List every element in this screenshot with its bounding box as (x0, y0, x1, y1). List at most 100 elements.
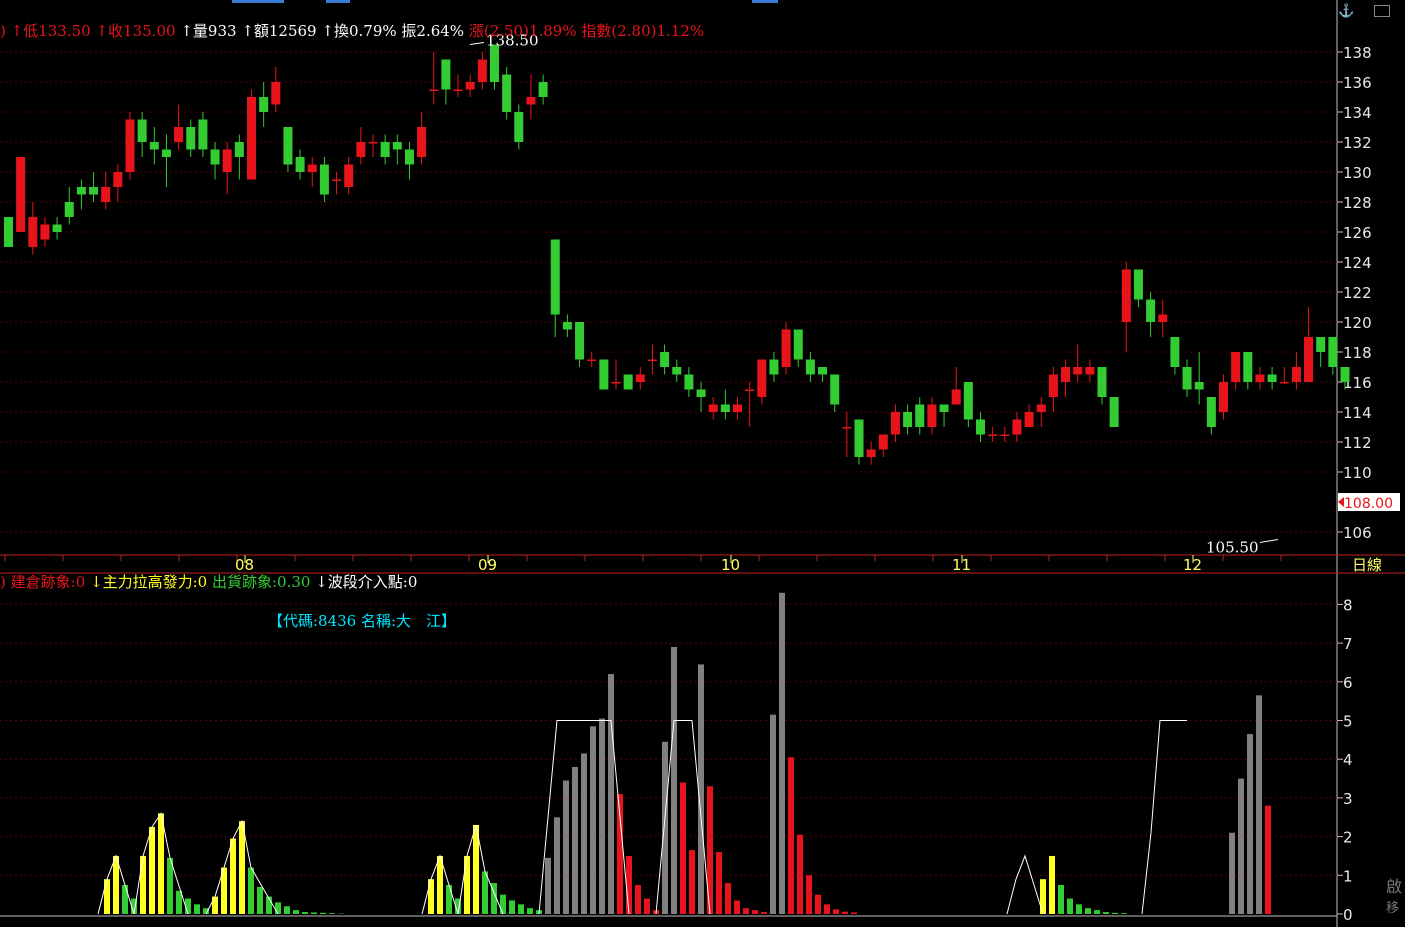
price-tick-label: 122 (1343, 284, 1372, 302)
price-tick-label: 112 (1343, 434, 1372, 452)
candle-body (623, 374, 633, 390)
indicator-bar (770, 714, 776, 914)
indicator-bar (248, 867, 254, 914)
indicator-bar (716, 852, 722, 914)
indicator-bar (446, 884, 452, 914)
main-pull-force: ↓主力拉高發力:0 (90, 573, 208, 591)
indicator-bar (167, 857, 173, 914)
indicator-bar (1076, 904, 1082, 914)
indicator-bar (743, 908, 749, 914)
indicator-bar (788, 757, 794, 914)
indicator-tick-label: 4 (1343, 751, 1353, 769)
amplitude: 振2.64% (401, 22, 465, 40)
indicator-bar (257, 886, 263, 914)
candle-body (198, 119, 208, 150)
indicator-bar (599, 718, 605, 914)
candle-body (1279, 382, 1289, 384)
indicator-bar (329, 913, 335, 914)
indicator-bar (563, 780, 569, 914)
indicator-bar (752, 910, 758, 914)
candle-body (514, 112, 524, 142)
indicator-bar (644, 898, 650, 914)
indicator-bar (635, 884, 641, 914)
candle-body (417, 127, 427, 157)
candle-body (1219, 382, 1228, 412)
candle-body (903, 412, 913, 427)
amount: ↑額12569 (241, 22, 317, 40)
candle-body (842, 427, 852, 429)
candle-body (1121, 269, 1131, 322)
envelope-line (1141, 720, 1187, 915)
indicator-header: ) 建倉跡象:0 ↓主力拉高發力:0 出貨跡象:0.30 ↓波段介入點:0 (0, 573, 417, 591)
candle-body (696, 389, 706, 397)
price-tick-label: 138 (1343, 44, 1372, 62)
price-tick-label: 132 (1343, 134, 1372, 152)
indicator-tick-label: 3 (1343, 790, 1353, 808)
indicator-bar (293, 910, 299, 914)
candle-body (149, 142, 159, 150)
close-price: ↑收135.00 (95, 22, 176, 40)
indicator-bar (230, 838, 236, 914)
candle-body (174, 127, 184, 142)
price-tick-label: 124 (1343, 254, 1372, 272)
indicator-bar (212, 896, 218, 914)
stock-code-label: 【代碼:8436 名稱:大 江】 (268, 612, 457, 630)
candle-body (16, 157, 26, 232)
indicator-bar (734, 900, 740, 914)
indicator-bar (545, 857, 551, 914)
candle-body (538, 82, 548, 97)
wave-entry-point: ↓波段介入點:0 (315, 573, 418, 591)
candle-body (587, 359, 597, 361)
candle-body (76, 187, 86, 195)
candle-body (307, 164, 317, 172)
candle-body (1133, 269, 1143, 300)
indicator-tick-label: 7 (1343, 635, 1353, 653)
indicator-bar (815, 894, 821, 914)
indicator-bar (1247, 734, 1253, 914)
candle-body (4, 217, 13, 247)
low-annotation: 105.50 (1206, 539, 1259, 557)
indicator-bar (1067, 898, 1073, 914)
indicator-bar (275, 902, 281, 914)
candle-body (441, 59, 451, 90)
anchor-icon[interactable]: ⚓ (1338, 3, 1354, 21)
indicator-bar (428, 879, 434, 914)
indicator-tick-label: 1 (1343, 867, 1353, 885)
period-label[interactable]: 日線 (1352, 556, 1382, 574)
indicator-bar (779, 592, 785, 914)
candle-body (708, 404, 718, 412)
candle-body (1267, 374, 1277, 382)
price-tick-label: 128 (1343, 194, 1372, 212)
candle-body (222, 149, 232, 172)
candle-body (1000, 434, 1010, 436)
candle-body (40, 224, 50, 240)
candle-body (1073, 367, 1083, 375)
candle-body (526, 97, 536, 105)
envelope-line (1006, 854, 1044, 915)
candle-body (1304, 337, 1314, 382)
candle-body (672, 367, 682, 375)
stock-chart-window: 138 136 134 132 130 128 126 124 122 120 118 116 114 1… (0, 0, 1405, 927)
chart-canvas[interactable]: 1381361341321301281261241221201181161141… (0, 0, 1405, 927)
candle-body (368, 142, 378, 144)
low-price: ↑低133.50 (10, 22, 91, 40)
candle-body (1255, 374, 1265, 382)
candle-body (295, 157, 305, 172)
candle-body (1291, 367, 1301, 382)
indicator-bar (626, 855, 632, 914)
indicator-bar (689, 850, 695, 914)
indicator-bar (761, 912, 767, 914)
candle-body (234, 142, 244, 157)
candle-body (1085, 367, 1095, 375)
indicator-bar (1265, 805, 1271, 914)
indicator-bar (500, 894, 506, 914)
low-annotation-line (1259, 539, 1279, 543)
header-prefix: ) (0, 22, 6, 40)
volume: ↑量933 (180, 22, 237, 40)
candle-body (890, 412, 900, 435)
window-icon[interactable] (1374, 5, 1390, 17)
candle-body (830, 374, 840, 405)
indicator-bar (833, 909, 839, 914)
indicator-bar (590, 726, 596, 914)
indicator-tick-label: 5 (1343, 713, 1353, 731)
